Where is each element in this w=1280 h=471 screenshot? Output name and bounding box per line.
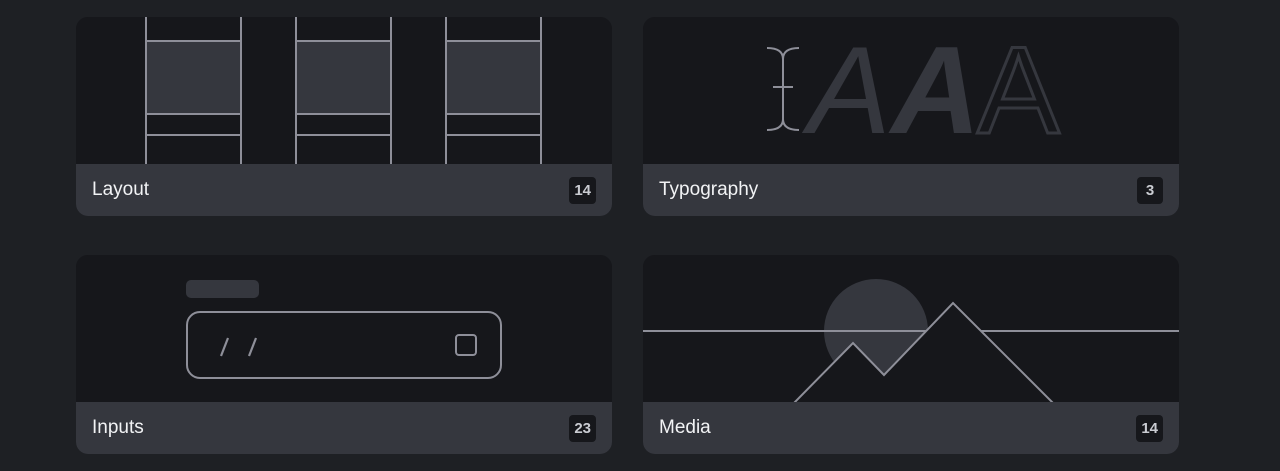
count-badge: 14 — [1136, 414, 1163, 442]
text-cursor-icon — [766, 47, 800, 131]
category-label: Media — [659, 417, 711, 438]
input-box-outline — [186, 311, 502, 379]
category-label: Inputs — [92, 417, 144, 438]
typography-glyph-bold: A — [888, 22, 981, 160]
category-label: Typography — [659, 179, 759, 200]
count-badge: 14 — [569, 176, 596, 204]
category-grid: Layout 14 A A A Typography 3 Inputs 23 M… — [0, 0, 1280, 471]
typography-preview: A A A — [643, 17, 1179, 164]
category-card-inputs[interactable]: Inputs 23 — [76, 255, 612, 454]
card-footer: Layout 14 — [76, 164, 612, 216]
image-mountains-sun-icon — [643, 279, 1179, 402]
layout-column-2 — [295, 17, 392, 164]
inputs-preview — [76, 255, 612, 402]
typography-glyph-regular: A — [801, 22, 891, 160]
card-footer: Media 14 — [643, 402, 1179, 454]
text-input-field-icon — [186, 280, 502, 379]
layout-column-3 — [445, 17, 542, 164]
category-label: Layout — [92, 179, 150, 200]
count-badge: 3 — [1137, 176, 1163, 204]
layout-column-1 — [145, 17, 242, 164]
calendar-square-icon — [455, 334, 477, 356]
typography-letters-icon: A A A — [766, 21, 1062, 162]
input-label-placeholder — [186, 280, 259, 298]
category-card-media[interactable]: Media 14 — [643, 255, 1179, 454]
count-badge: 23 — [569, 414, 596, 442]
date-slashes-icon — [219, 337, 258, 357]
layout-columns-icon — [145, 17, 542, 164]
typography-glyph-outline: A — [977, 22, 1060, 160]
layout-preview — [76, 17, 612, 164]
media-preview — [643, 255, 1179, 402]
category-card-layout[interactable]: Layout 14 — [76, 17, 612, 216]
category-card-typography[interactable]: A A A Typography 3 — [643, 17, 1179, 216]
card-footer: Inputs 23 — [76, 402, 612, 454]
card-footer: Typography 3 — [643, 164, 1179, 216]
